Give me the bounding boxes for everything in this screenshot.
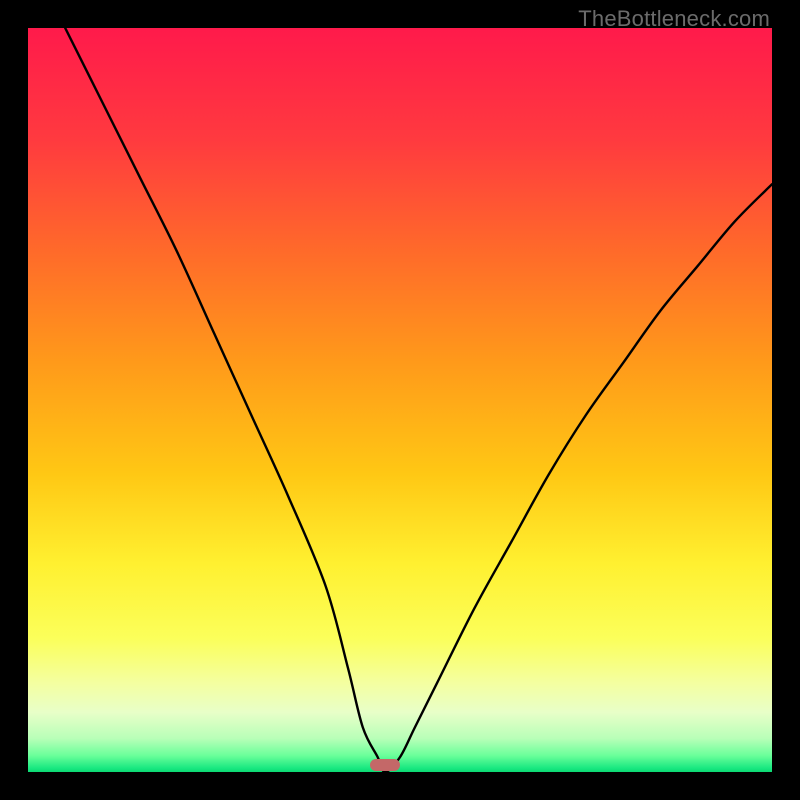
optimal-marker (370, 759, 400, 771)
chart-frame (28, 28, 772, 772)
plot-area (28, 28, 772, 772)
watermark-text: TheBottleneck.com (578, 6, 770, 32)
bottleneck-curve (28, 28, 772, 772)
